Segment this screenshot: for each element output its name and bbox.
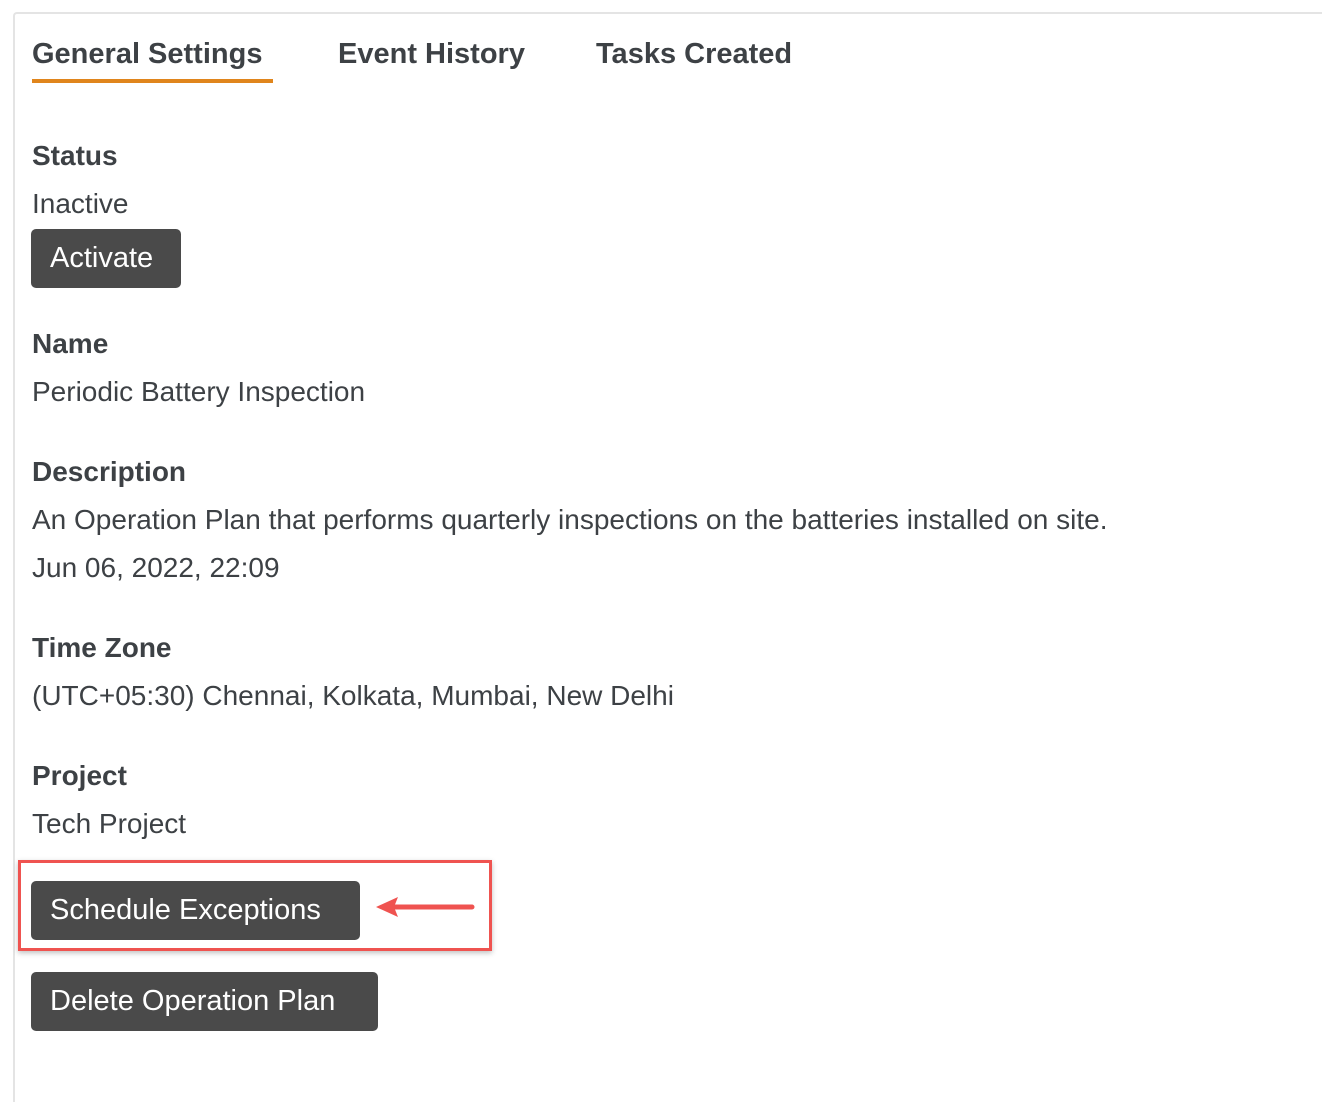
active-tab-indicator xyxy=(32,79,273,83)
status-label: Status xyxy=(32,140,118,171)
activate-button[interactable]: Activate xyxy=(31,229,181,288)
project-label: Project xyxy=(32,760,127,791)
time-zone-label: Time Zone xyxy=(32,632,172,663)
project-value: Tech Project xyxy=(32,808,187,839)
time-zone-value: (UTC+05:30) Chennai, Kolkata, Mumbai, Ne… xyxy=(32,680,674,711)
name-label: Name xyxy=(32,328,109,359)
tab-general-settings[interactable]: General Settings xyxy=(32,34,262,74)
status-value: Inactive xyxy=(32,188,129,219)
tab-tasks-created[interactable]: Tasks Created xyxy=(596,34,792,74)
delete-operation-plan-button[interactable]: Delete Operation Plan xyxy=(31,972,378,1031)
description-label: Description xyxy=(32,456,187,487)
tab-event-history[interactable]: Event History xyxy=(338,34,525,74)
schedule-exceptions-button[interactable]: Schedule Exceptions xyxy=(31,881,360,940)
name-value: Periodic Battery Inspection xyxy=(32,376,366,407)
description-date: Jun 06, 2022, 22:09 xyxy=(32,552,280,583)
description-value: An Operation Plan that performs quarterl… xyxy=(32,504,1108,535)
arrow-left-icon xyxy=(376,897,475,917)
